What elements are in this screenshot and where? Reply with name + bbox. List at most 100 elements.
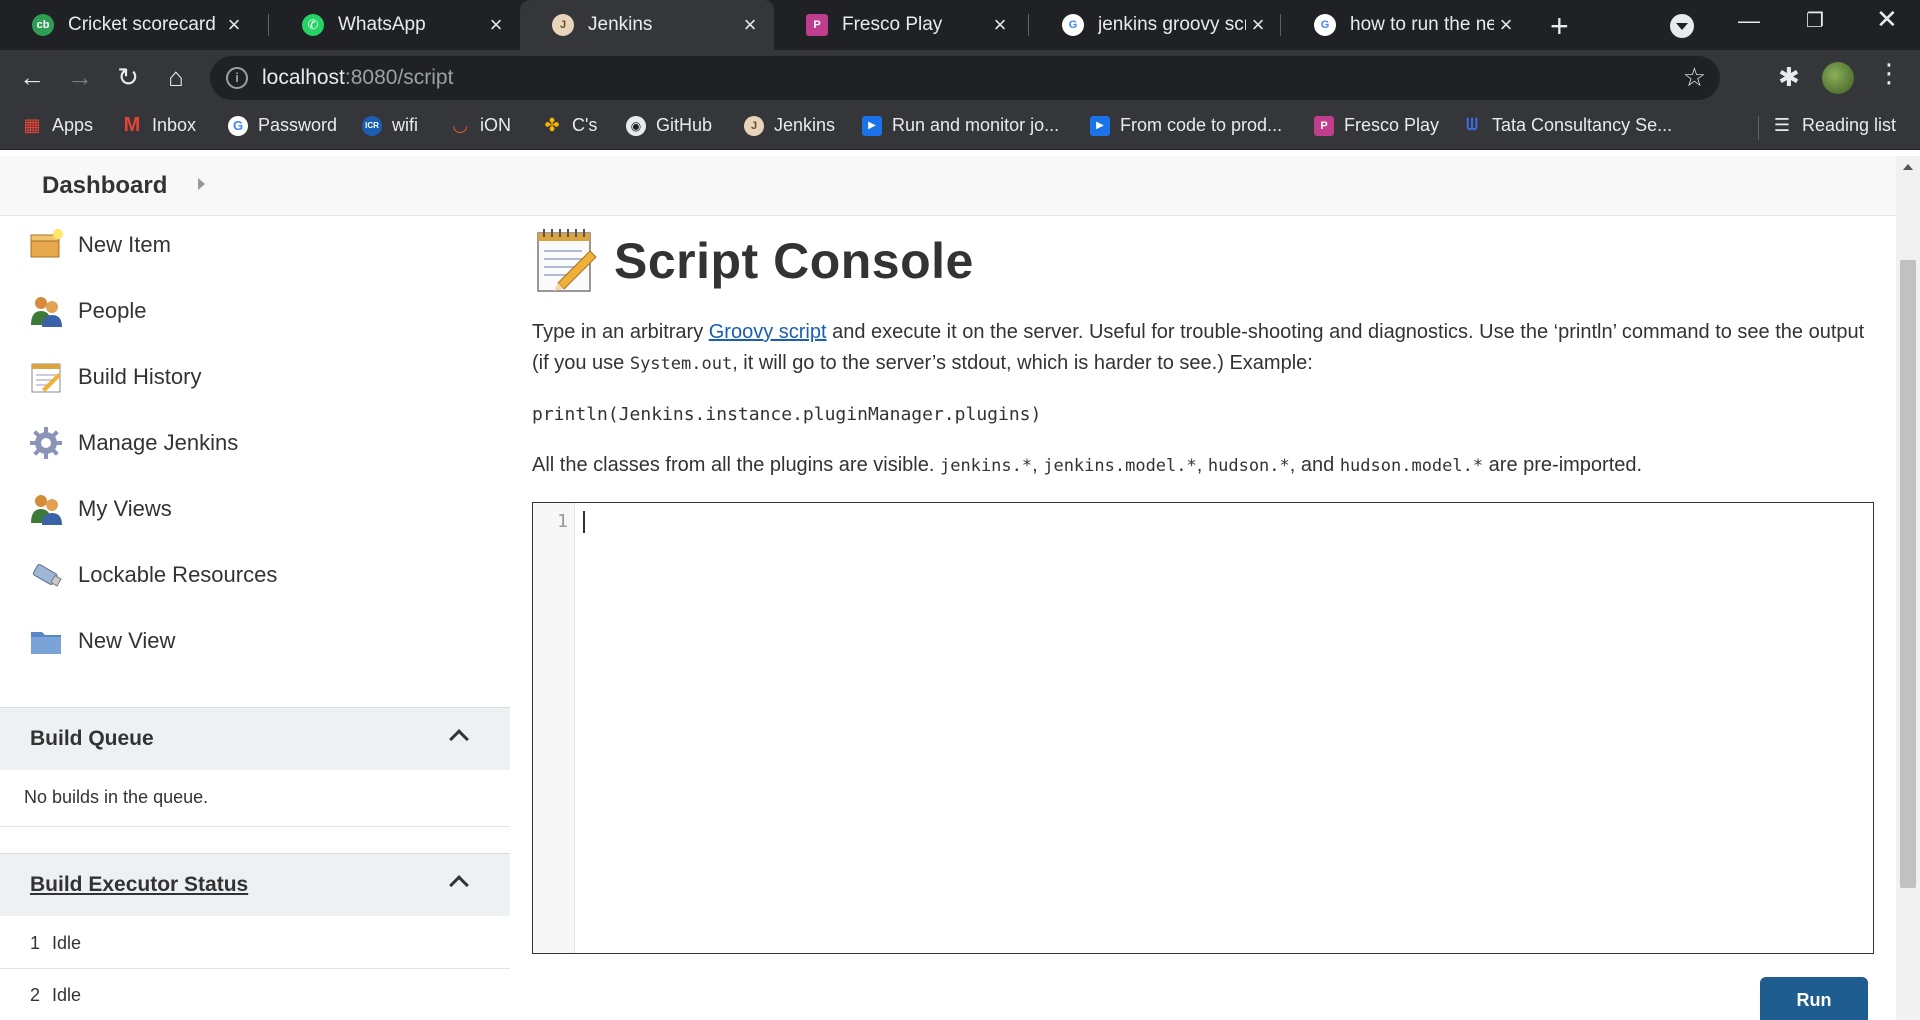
- reading-list-label: Reading list: [1802, 115, 1897, 135]
- chevron-up-icon[interactable]: [449, 875, 469, 895]
- cricbuzz-icon: cb: [32, 14, 54, 36]
- executor-number: 2: [30, 985, 41, 1005]
- home-icon[interactable]: ⌂: [160, 62, 192, 93]
- bookmark-label: Password: [258, 115, 338, 135]
- close-icon[interactable]: ×: [1494, 12, 1518, 38]
- tab-title: jenkins groovy scrip: [1098, 14, 1246, 35]
- bookmark-github[interactable]: ◉ GitHub: [626, 115, 712, 136]
- close-icon[interactable]: ×: [988, 12, 1012, 38]
- sidebar-item-label: People: [78, 298, 147, 323]
- page-scrollbar[interactable]: [1896, 156, 1920, 1020]
- kebab-menu-icon[interactable]: ⋮: [1876, 58, 1902, 89]
- minimize-icon[interactable]: —: [1738, 8, 1760, 34]
- tab-title: Jenkins: [588, 14, 653, 35]
- people-icon: [28, 293, 64, 329]
- extensions-puzzle-icon[interactable]: ✱: [1778, 62, 1800, 93]
- groovy-script-link[interactable]: Groovy script: [709, 321, 827, 343]
- bookmark-label: Fresco Play: [1344, 115, 1440, 135]
- example-code: println(Jenkins.instance.pluginManager.p…: [532, 404, 1042, 425]
- sidebar-item-people[interactable]: People: [28, 289, 147, 333]
- executor-number: 1: [30, 933, 41, 953]
- package-code: jenkins.*: [939, 456, 1033, 476]
- sidebar-item-lockable-resources[interactable]: Lockable Resources: [28, 553, 277, 597]
- scrollbar-thumb[interactable]: [1900, 260, 1916, 888]
- sidebar-item-my-views[interactable]: My Views: [28, 487, 172, 531]
- google-icon: G: [1062, 14, 1084, 36]
- bookmark-password[interactable]: G Password: [228, 115, 337, 136]
- bookmark-label: C's: [572, 115, 598, 135]
- fresco-icon: P: [1314, 115, 1334, 136]
- jenkins-icon: J: [552, 14, 574, 36]
- tab-jenkins[interactable]: J Jenkins ×: [520, 0, 774, 50]
- new-tab-plus-icon[interactable]: +: [1550, 8, 1569, 45]
- people-icon: [28, 491, 64, 527]
- avatar[interactable]: [1822, 62, 1854, 94]
- close-icon[interactable]: ×: [738, 12, 762, 38]
- ion-icon: ◡: [453, 115, 467, 135]
- address-bar[interactable]: i localhost:8080/script ☆: [210, 56, 1720, 100]
- description-text: Type in an arbitrary Groovy script and e…: [532, 317, 1872, 380]
- sidebar-item-manage-jenkins[interactable]: Manage Jenkins: [28, 421, 238, 465]
- package-code: hudson.model.*: [1339, 456, 1484, 476]
- executor-row: 1 Idle: [30, 933, 81, 954]
- bookmark-inbox[interactable]: M Inbox: [122, 114, 196, 136]
- classes-text: All the classes from all the plugins are…: [532, 454, 1642, 477]
- usb-drive-icon: [28, 557, 64, 593]
- close-icon[interactable]: ×: [1246, 12, 1270, 38]
- bookmark-run-monitor[interactable]: ▶ Run and monitor jo...: [862, 115, 1059, 136]
- info-icon[interactable]: i: [226, 67, 248, 89]
- bookmark-tcs[interactable]: ᗯ Tata Consultancy Se...: [1462, 115, 1672, 136]
- icr-icon: ICR: [362, 115, 382, 136]
- run-button[interactable]: Run: [1760, 977, 1868, 1020]
- separator: ,: [1032, 454, 1044, 476]
- sidebar-item-label: New View: [78, 628, 176, 653]
- text-cursor: [583, 511, 585, 533]
- build-executor-status-link[interactable]: Build Executor Status: [30, 873, 248, 897]
- folder-icon: [28, 623, 64, 659]
- script-editor[interactable]: 1: [532, 502, 1874, 954]
- sidebar-item-label: Build History: [78, 364, 202, 389]
- scroll-up-arrow-icon[interactable]: [1903, 164, 1913, 170]
- breadcrumb-dashboard[interactable]: Dashboard: [42, 172, 167, 200]
- tab-google-jenkins-groovy[interactable]: G jenkins groovy scrip ×: [1030, 0, 1282, 50]
- tab-cricket[interactable]: cb Cricket scorecard - I ×: [0, 0, 258, 50]
- sidebar-item-build-history[interactable]: Build History: [28, 355, 201, 399]
- desc-pre: Type in an arbitrary: [532, 321, 709, 343]
- window-close-icon[interactable]: ✕: [1876, 4, 1898, 35]
- forward-arrow-icon[interactable]: →: [64, 62, 96, 93]
- restore-icon[interactable]: ❐: [1806, 8, 1824, 33]
- reading-list-button[interactable]: ☰ Reading list: [1772, 115, 1896, 136]
- bookmark-fresco-play[interactable]: P Fresco Play: [1314, 115, 1439, 136]
- bookmark-wifi[interactable]: ICR wifi: [362, 115, 418, 136]
- tab-google-how-to-run[interactable]: G how to run the nex ×: [1282, 0, 1530, 50]
- bookmark-apps[interactable]: ▦ Apps: [22, 115, 93, 136]
- line-number: 1: [557, 511, 568, 532]
- url-host: localhost: [262, 66, 345, 89]
- bookmarks-bar: ▦ Apps M Inbox G Password ICR wifi ◡ iON ✤ C's…: [0, 106, 1920, 150]
- tab-title: Fresco Play: [842, 14, 943, 35]
- bookmark-star-icon[interactable]: ☆: [1683, 62, 1706, 93]
- bookmark-label: wifi: [392, 115, 418, 135]
- reload-icon[interactable]: ↻: [112, 62, 144, 93]
- classes-post: are pre-imported.: [1483, 454, 1643, 476]
- divider: [0, 968, 510, 969]
- bookmark-ion[interactable]: ◡ iON: [450, 115, 511, 136]
- sidebar-item-new-view[interactable]: New View: [28, 619, 175, 663]
- tab-search-icon[interactable]: [1670, 14, 1694, 38]
- breadcrumb-chevron-icon[interactable]: [198, 178, 205, 190]
- bookmark-divider: [1758, 116, 1759, 140]
- url-text[interactable]: localhost:8080/script: [262, 66, 453, 90]
- tab-fresco-play[interactable]: P Fresco Play ×: [774, 0, 1024, 50]
- tab-whatsapp[interactable]: ✆ WhatsApp ×: [270, 0, 520, 50]
- breadcrumb: Dashboard: [0, 156, 1900, 216]
- close-icon[interactable]: ×: [222, 12, 246, 38]
- bookmark-code-to-prod[interactable]: ▶ From code to prod...: [1090, 115, 1282, 136]
- back-arrow-icon[interactable]: ←: [16, 62, 48, 93]
- sidebar-item-new-item[interactable]: New Item: [28, 223, 171, 267]
- close-icon[interactable]: ×: [484, 12, 508, 38]
- chevron-up-icon[interactable]: [449, 729, 469, 749]
- bookmark-cs[interactable]: ✤ C's: [542, 115, 597, 136]
- apps-grid-icon: ▦: [23, 115, 41, 135]
- sidebar-item-label: Manage Jenkins: [78, 430, 239, 455]
- bookmark-jenkins[interactable]: J Jenkins: [744, 115, 835, 136]
